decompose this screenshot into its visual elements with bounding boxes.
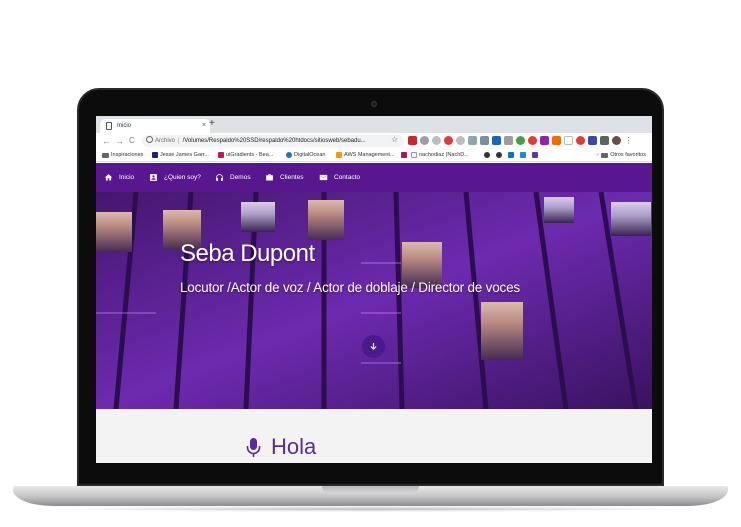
other-bookmarks[interactable]: » Otros favoritos — [596, 152, 646, 158]
arrow-down-icon — [370, 343, 377, 350]
laptop-shadow — [40, 506, 701, 512]
bookmark-item[interactable]: Inspiraciones — [102, 152, 143, 158]
extension-icon[interactable] — [588, 136, 597, 145]
menu-dots-icon[interactable]: ⋮ — [624, 136, 633, 145]
extension-icon[interactable] — [444, 136, 453, 145]
extension-icon[interactable] — [504, 136, 513, 145]
browser-tab[interactable]: Inicio × — [100, 119, 210, 133]
linkedin-icon — [508, 152, 514, 158]
intro-section: Hola — [96, 409, 652, 463]
nav-link-clientes[interactable]: Clientes — [265, 163, 303, 192]
contact-card-icon — [150, 174, 157, 181]
extension-icon[interactable] — [480, 136, 489, 145]
bookmark-item[interactable] — [484, 152, 490, 158]
browser-toolbar: ← → C Archivo |/Volumes/Respaldo%20SSD/re… — [96, 133, 652, 149]
info-icon[interactable] — [146, 136, 153, 143]
github-icon — [484, 152, 490, 158]
extension-icon[interactable] — [516, 136, 525, 145]
bookmark-item[interactable] — [401, 152, 407, 158]
laptop-screen: Inicio × + ← → C Archivo |/Volumes/Respal… — [96, 116, 652, 463]
nav-link-contacto[interactable]: Contacto — [319, 163, 360, 192]
github-icon — [496, 152, 502, 158]
extension-icon[interactable] — [552, 136, 561, 145]
bookmark-item[interactable] — [520, 152, 526, 158]
hero-title: Seba Dupont — [180, 240, 315, 267]
laptop-mockup: Inicio × + ← → C Archivo |/Volumes/Respal… — [0, 0, 741, 527]
page-icon — [106, 122, 112, 130]
bookmark-item[interactable]: Jesse James Garr... — [152, 152, 209, 158]
mixer-faders-image — [96, 192, 652, 409]
bookmark-icon — [520, 152, 526, 158]
bookmark-star-icon[interactable]: ☆ — [391, 135, 398, 144]
extension-icon[interactable] — [600, 136, 609, 145]
section-heading: Hola — [271, 434, 317, 459]
extension-icons: ⋮ — [408, 136, 633, 145]
extension-icon[interactable] — [468, 136, 477, 145]
extension-icon[interactable] — [420, 136, 429, 145]
extension-icon[interactable] — [528, 136, 537, 145]
extension-icon[interactable] — [492, 136, 501, 145]
bookmark-item[interactable] — [508, 152, 514, 158]
address-bar[interactable]: Archivo |/Volumes/Respaldo%20SSD/respaldo… — [142, 135, 404, 147]
extension-icon[interactable] — [408, 136, 417, 145]
folder-icon — [601, 152, 609, 158]
folder-icon — [102, 152, 109, 158]
bookmark-icon — [286, 152, 292, 158]
bookmark-item[interactable]: nachodiaz (NachD... — [411, 152, 469, 158]
hero-subtitle: Locutor /Actor de voz / Actor de doblaje… — [180, 280, 520, 295]
webcam — [371, 101, 377, 107]
bookmark-item[interactable]: AWS Management... — [336, 152, 395, 158]
bookmark-icon — [152, 152, 158, 158]
url-text: /Volumes/Respaldo%20SSD/respaldo%20htdoc… — [182, 138, 366, 144]
bookmark-item[interactable]: uiGradients - Bea... — [218, 152, 273, 158]
back-button[interactable]: ← — [102, 135, 111, 147]
bookmark-icon — [218, 152, 224, 158]
bookmark-icon — [401, 152, 407, 158]
microphone-icon — [246, 438, 261, 457]
home-icon — [104, 174, 113, 181]
nav-link-demos[interactable]: Demos — [215, 163, 251, 192]
tab-title: Inicio — [117, 123, 132, 129]
bookmarks-bar: Inspiraciones Jesse James Garr... uiGrad… — [96, 149, 652, 162]
tab-close-icon[interactable]: × — [202, 119, 206, 133]
extension-icon[interactable] — [576, 136, 585, 145]
bookmark-item[interactable] — [496, 152, 502, 158]
headphones-icon — [216, 174, 223, 181]
profile-avatar[interactable] — [612, 136, 621, 145]
nav-link-inicio[interactable]: Inicio — [104, 163, 134, 192]
page-icon — [411, 152, 417, 158]
extension-icon[interactable] — [540, 136, 549, 145]
bookmark-item[interactable] — [532, 152, 538, 158]
bookmark-item[interactable]: DigitalOcean — [286, 152, 326, 158]
extension-icon[interactable] — [432, 136, 441, 145]
extension-icon[interactable] — [456, 136, 465, 145]
reload-button[interactable]: C — [129, 135, 135, 147]
bookmark-icon — [336, 152, 342, 158]
envelope-icon — [319, 174, 328, 181]
extension-icon[interactable] — [564, 136, 573, 145]
briefcase-icon — [266, 174, 273, 181]
url-scheme-label: Archivo — [155, 138, 176, 144]
hero-banner: Seba Dupont Locutor /Actor de voz / Acto… — [96, 192, 652, 409]
bookmark-icon — [532, 152, 538, 158]
nav-link-quien-soy[interactable]: ¿Quien soy? — [149, 163, 201, 192]
laptop-notch — [322, 486, 419, 494]
forward-button[interactable]: → — [115, 135, 124, 147]
scroll-down-button[interactable] — [362, 335, 385, 358]
site-navbar: Inicio ¿Quien soy? Demos Clientes Contac… — [96, 163, 652, 192]
browser-tab-bar: Inicio × + — [96, 116, 652, 133]
new-tab-button[interactable]: + — [209, 118, 215, 129]
